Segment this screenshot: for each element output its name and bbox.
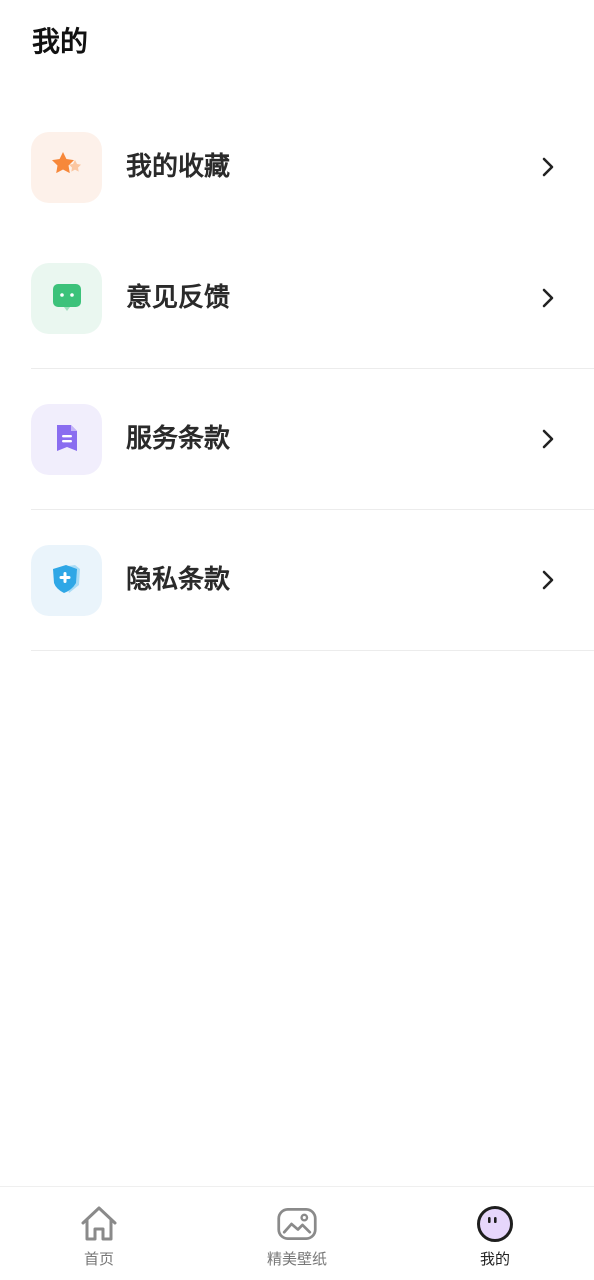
home-icon xyxy=(78,1203,120,1245)
feedback-icon-tile xyxy=(31,263,102,334)
terms-icon-tile xyxy=(31,404,102,475)
tab-home[interactable]: 首页 xyxy=(0,1187,198,1280)
chevron-right-icon xyxy=(538,155,558,179)
bottom-tab-bar: 首页 精美壁纸 我的 xyxy=(0,1186,594,1280)
shield-icon xyxy=(47,559,87,603)
avatar-face-icon xyxy=(474,1203,516,1245)
profile-page: 我的 我的收藏 意见反馈 服务条款 隐私条款 首页 精美壁纸 我的 xyxy=(0,0,594,1280)
chevron-right-icon xyxy=(538,427,558,451)
chat-bubble-icon xyxy=(49,279,85,319)
image-icon xyxy=(276,1203,318,1245)
favorites-icon-tile xyxy=(31,132,102,203)
menu-item-label: 意见反馈 xyxy=(126,283,231,313)
document-icon xyxy=(49,420,85,460)
menu-list: 我的收藏 意见反馈 服务条款 隐私条款 xyxy=(0,97,594,651)
menu-item-privacy[interactable]: 隐私条款 xyxy=(0,510,594,651)
star-icon xyxy=(47,146,87,190)
chevron-right-icon xyxy=(538,568,558,592)
tab-label: 精美壁纸 xyxy=(266,1250,327,1268)
menu-item-favorites[interactable]: 我的收藏 xyxy=(0,97,594,228)
tab-wallpapers[interactable]: 精美壁纸 xyxy=(198,1187,396,1280)
divider xyxy=(31,650,594,651)
menu-item-terms[interactable]: 服务条款 xyxy=(0,369,594,510)
privacy-icon-tile xyxy=(31,545,102,616)
tab-label: 我的 xyxy=(479,1250,510,1268)
menu-item-feedback[interactable]: 意见反馈 xyxy=(0,228,594,369)
chevron-right-icon xyxy=(538,286,558,310)
menu-item-label: 隐私条款 xyxy=(126,565,231,595)
menu-item-label: 我的收藏 xyxy=(126,152,231,182)
menu-item-label: 服务条款 xyxy=(126,424,231,454)
tab-label: 首页 xyxy=(83,1250,114,1268)
page-title: 我的 xyxy=(32,25,89,58)
tab-profile[interactable]: 我的 xyxy=(396,1187,594,1280)
